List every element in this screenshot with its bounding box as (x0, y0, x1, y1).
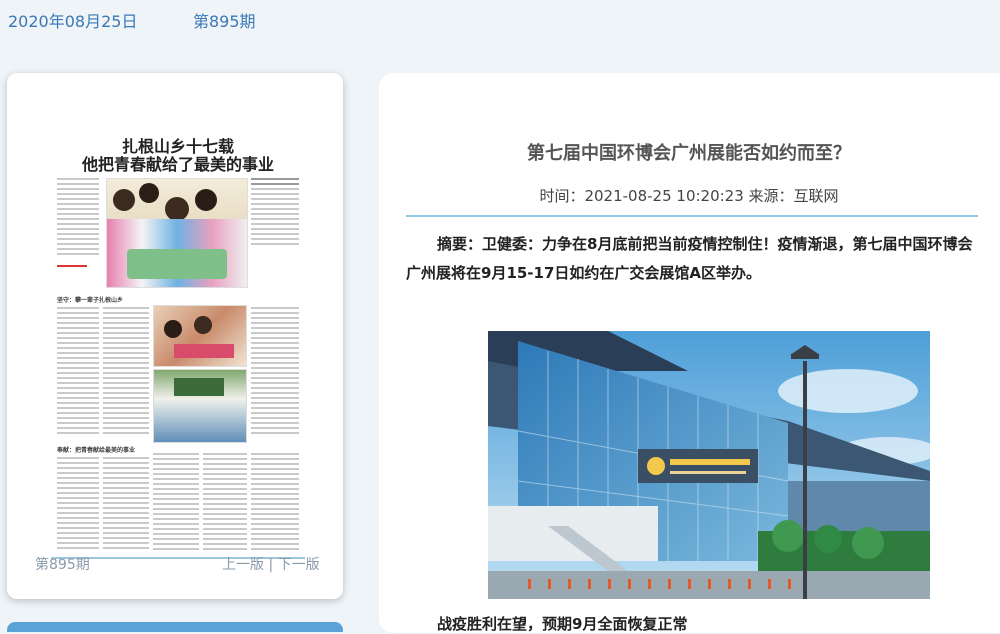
nav-separator: | (268, 557, 274, 573)
article-title: 第七届中国环博会广州展能否如约而至？ (527, 143, 851, 164)
newspaper-page-card[interactable]: 扎根山乡十七载 他把青春献给了最美的事业 坚守：攀一辈子扎根山乡 奉献：把青春献… (7, 73, 343, 599)
issue-date: 2020年08月25日 (8, 12, 138, 31)
article-panel: 第七届中国环博会广州展能否如约而至？ 时间：2021-08-25 10:20:2… (379, 73, 1000, 633)
newspaper-subhead-2: 奉献：把青春献给最美的事业 (57, 447, 136, 454)
text-column (57, 178, 99, 258)
newspaper-photo-classroom (153, 305, 247, 367)
article-divider (406, 215, 978, 217)
text-column (251, 307, 299, 437)
text-column (251, 453, 299, 553)
text-column (251, 178, 299, 248)
text-column (57, 307, 99, 437)
next-card-tab[interactable] (7, 622, 343, 632)
text-column (57, 457, 99, 552)
article-meta: 时间：2021-08-25 10:20:23 来源：互联网 (539, 187, 839, 205)
next-page-link[interactable]: 下一版 (278, 557, 320, 573)
page-navigation: 上一版 | 下一版 (222, 554, 320, 574)
exhibition-hall-illustration (488, 331, 930, 599)
page-issue-label: 第895期 (35, 557, 90, 573)
newspaper-headline-line2: 他把青春献给了最美的事业 (81, 155, 274, 174)
prev-page-link[interactable]: 上一版 (222, 557, 264, 573)
text-column (103, 457, 149, 552)
text-column (103, 307, 149, 437)
newspaper-subhead-1: 坚守：攀一辈子扎根山乡 (57, 297, 124, 304)
newspaper-photo-class (153, 369, 247, 443)
article-summary: 摘要：卫健委：力争在8月底前把当前疫情控制住！疫情渐退，第七届中国环博会广州展将… (406, 235, 973, 282)
text-column (153, 453, 199, 553)
top-bar: 2020年08月25日 第895期 (0, 0, 1000, 40)
newspaper-photo-children (106, 178, 248, 288)
red-divider (57, 265, 87, 273)
issue-number: 第895期 (193, 12, 256, 31)
article-photo-exhibition-hall (488, 331, 930, 599)
article-subheading: 战疫胜利在望，预期9月全面恢复正常 (437, 615, 688, 633)
text-column (203, 453, 247, 553)
newspaper-page-thumbnail[interactable]: 扎根山乡十七载 他把青春献给了最美的事业 坚守：攀一辈子扎根山乡 奉献：把青春献… (51, 123, 305, 559)
